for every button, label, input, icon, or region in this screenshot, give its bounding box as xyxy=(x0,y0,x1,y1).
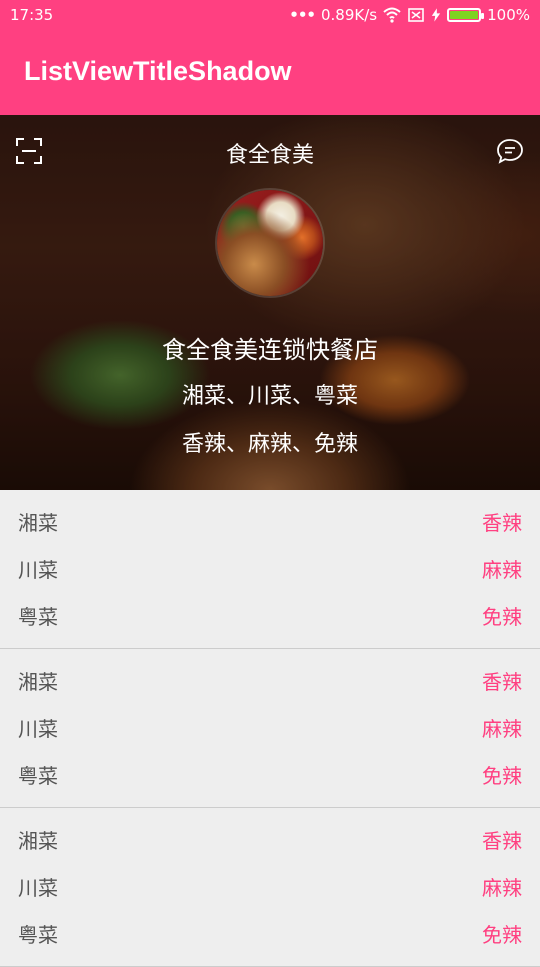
item-taste: 麻辣 xyxy=(482,717,522,741)
status-indicators: ••• 0.89K/s 100% xyxy=(289,6,530,24)
list-item[interactable]: 粤菜 免辣 xyxy=(0,910,540,957)
item-name: 川菜 xyxy=(18,558,58,582)
item-name: 粤菜 xyxy=(18,923,58,947)
wifi-icon xyxy=(383,7,401,23)
sim-icon xyxy=(408,8,424,22)
battery-level xyxy=(450,11,479,19)
item-taste: 免辣 xyxy=(482,764,522,788)
charging-icon xyxy=(431,8,441,22)
item-taste: 麻辣 xyxy=(482,558,522,582)
shop-cuisines: 湘菜、川菜、粤菜 xyxy=(181,384,358,409)
list-item[interactable]: 粤菜 免辣 xyxy=(0,751,540,798)
item-taste: 免辣 xyxy=(482,923,522,947)
item-taste: 免辣 xyxy=(482,605,522,629)
dish-list[interactable]: 湘菜 香辣 川菜 麻辣 粤菜 免辣 湘菜 香辣 川菜 麻辣 粤菜 免辣 湘菜 香… xyxy=(0,490,540,967)
list-item[interactable]: 湘菜 香辣 xyxy=(0,816,540,863)
app-title: ListViewTitleShadow xyxy=(24,56,292,86)
item-name: 湘菜 xyxy=(18,670,58,694)
battery-percent: 100% xyxy=(487,6,530,24)
shop-avatar[interactable] xyxy=(217,190,323,296)
network-speed: 0.89K/s xyxy=(321,6,378,24)
item-taste: 香辣 xyxy=(482,511,522,535)
item-name: 川菜 xyxy=(18,876,58,900)
list-item[interactable]: 湘菜 香辣 xyxy=(0,657,540,704)
list-group: 湘菜 香辣 川菜 麻辣 粤菜 免辣 xyxy=(0,490,540,649)
shop-name: 食全食美连锁快餐店 xyxy=(162,336,378,364)
shop-header: 食全食美 食全食美连锁快餐店 湘菜、川菜、粤菜 香辣、麻辣、免辣 xyxy=(0,115,540,490)
item-taste: 香辣 xyxy=(482,670,522,694)
shop-tastes: 香辣、麻辣、免辣 xyxy=(181,432,358,457)
status-time: 17:35 xyxy=(10,6,54,24)
app-bar: ListViewTitleShadow xyxy=(0,32,540,115)
list-item[interactable]: 粤菜 免辣 xyxy=(0,592,540,639)
list-group: 湘菜 香辣 川菜 麻辣 粤菜 免辣 xyxy=(0,808,540,967)
chat-icon[interactable] xyxy=(496,137,524,165)
item-name: 湘菜 xyxy=(18,511,58,535)
list-item[interactable]: 湘菜 香辣 xyxy=(0,498,540,545)
status-bar: 17:35 ••• 0.89K/s 100% xyxy=(0,0,540,32)
item-name: 粤菜 xyxy=(18,605,58,629)
item-taste: 麻辣 xyxy=(482,876,522,900)
item-name: 川菜 xyxy=(18,717,58,741)
list-group: 湘菜 香辣 川菜 麻辣 粤菜 免辣 xyxy=(0,649,540,808)
item-taste: 香辣 xyxy=(482,829,522,853)
header-title: 食全食美 xyxy=(225,143,314,168)
list-item[interactable]: 川菜 麻辣 xyxy=(0,704,540,751)
battery-icon xyxy=(447,8,485,22)
item-name: 粤菜 xyxy=(18,764,58,788)
list-item[interactable]: 川菜 麻辣 xyxy=(0,863,540,910)
list-item[interactable]: 川菜 麻辣 xyxy=(0,545,540,592)
item-name: 湘菜 xyxy=(18,829,58,853)
notification-dots-icon: ••• xyxy=(289,6,316,24)
